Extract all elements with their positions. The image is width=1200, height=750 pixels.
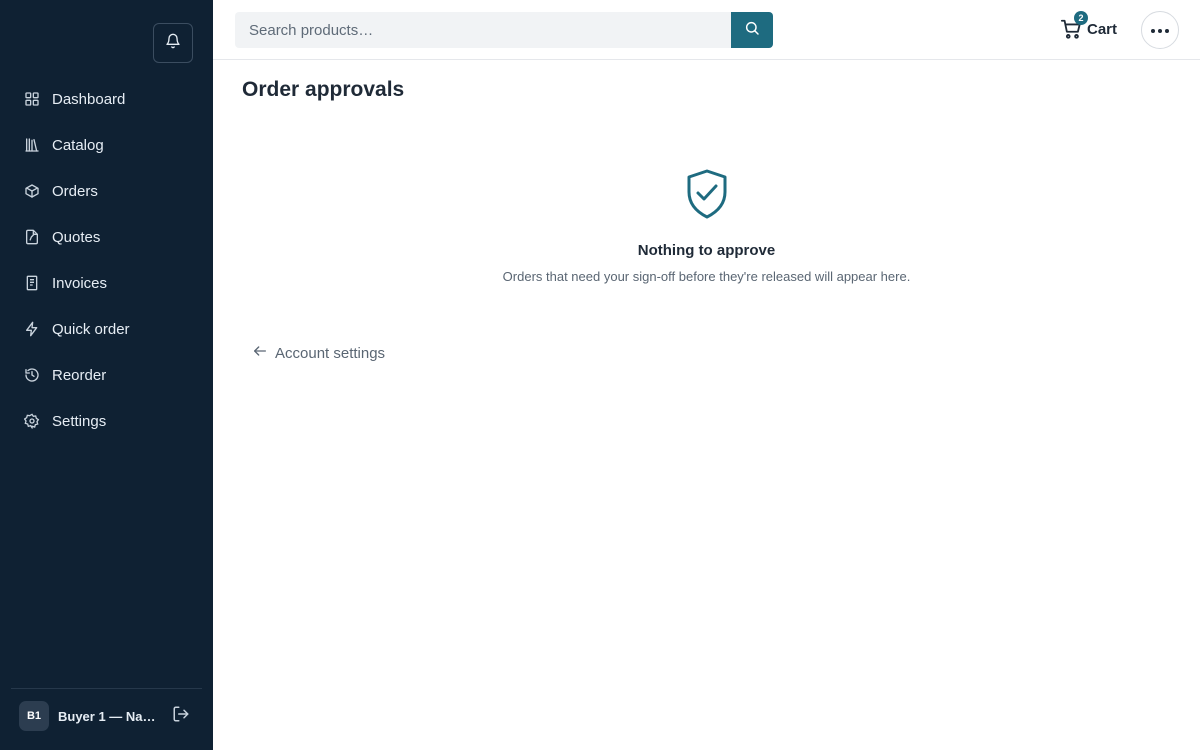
- empty-state-title: Nothing to approve: [637, 242, 776, 259]
- cart-button[interactable]: 2 Cart: [1060, 11, 1118, 44]
- sidebar-item-label: Reorder: [52, 366, 107, 384]
- arrow-left-icon: [252, 343, 268, 364]
- sidebar-item-reorder[interactable]: Reorder: [0, 352, 213, 398]
- sidebar-item-quotes[interactable]: Quotes: [0, 214, 213, 260]
- sidebar-item-label: Quick order: [52, 320, 130, 338]
- sidebar-item-label: Catalog: [52, 136, 104, 154]
- sidebar: Dashboard Catalog Orders Quotes Invoices: [0, 0, 213, 750]
- cart-label: Cart: [1087, 20, 1118, 38]
- bell-icon: [165, 33, 181, 54]
- more-horizontal-icon: [1150, 21, 1170, 39]
- logout-icon: [172, 705, 190, 728]
- quote-document-icon: [24, 229, 40, 245]
- sidebar-nav: Dashboard Catalog Orders Quotes Invoices: [0, 76, 213, 444]
- history-icon: [24, 367, 40, 383]
- more-options-button[interactable]: [1141, 11, 1179, 49]
- receipt-icon: [24, 275, 40, 291]
- account-settings-label: Account settings: [275, 345, 386, 362]
- dashboard-grid-icon: [24, 91, 40, 107]
- logout-button[interactable]: [171, 706, 191, 726]
- cart-icon: 2: [1060, 11, 1088, 40]
- box-icon: [24, 183, 40, 199]
- search-button[interactable]: [731, 12, 773, 48]
- shield-check-icon: [413, 168, 1000, 220]
- sidebar-item-quick-order[interactable]: Quick order: [0, 306, 213, 352]
- lightning-icon: [24, 321, 40, 337]
- page-title: Order approvals: [242, 78, 405, 101]
- catalog-books-icon: [24, 137, 40, 153]
- sidebar-item-invoices[interactable]: Invoices: [0, 260, 213, 306]
- empty-state: Nothing to approve Orders that need your…: [413, 168, 1000, 284]
- cart-count-badge: 2: [1074, 11, 1088, 25]
- gear-icon: [24, 413, 40, 429]
- sidebar-divider: [11, 688, 202, 689]
- sidebar-item-settings[interactable]: Settings: [0, 398, 213, 444]
- sidebar-item-label: Settings: [52, 412, 107, 430]
- top-bar: 2 Cart: [213, 0, 1200, 60]
- sidebar-item-label: Orders: [52, 182, 98, 200]
- account-settings-link[interactable]: Account settings: [252, 343, 385, 364]
- sidebar-item-dashboard[interactable]: Dashboard: [0, 76, 213, 122]
- sidebar-item-label: Dashboard: [52, 90, 126, 108]
- search-icon: [744, 20, 760, 41]
- empty-state-subtitle: Orders that need your sign-off before th…: [502, 269, 911, 284]
- sidebar-item-orders[interactable]: Orders: [0, 168, 213, 214]
- avatar[interactable]: B1: [19, 701, 49, 731]
- user-name: Buyer 1 — Nair…: [58, 708, 158, 724]
- user-profile: B1 Buyer 1 — Nair…: [19, 701, 194, 731]
- notifications-button[interactable]: [153, 23, 193, 63]
- search-input[interactable]: [235, 12, 731, 48]
- sidebar-item-label: Invoices: [52, 274, 108, 292]
- sidebar-item-catalog[interactable]: Catalog: [0, 122, 213, 168]
- sidebar-item-label: Quotes: [52, 228, 101, 246]
